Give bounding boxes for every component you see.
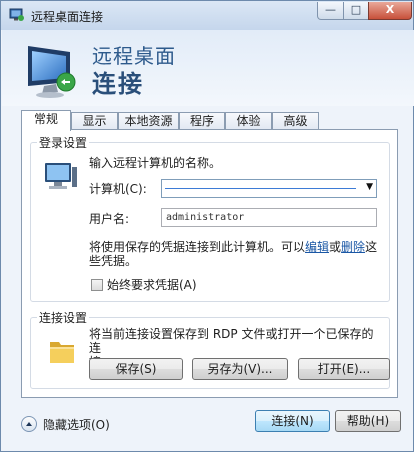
save-button[interactable]: 保存(S) [89,358,183,380]
maximize-button[interactable]: □ [343,2,369,20]
username-label: 用户名: [89,212,130,226]
tab-local-resources[interactable]: 本地资源 [118,112,179,130]
computer-value-highlight [165,188,356,189]
computer-icon [45,163,77,189]
saved-credentials-note: 将使用保存的凭据连接到此计算机。可以编辑或删除这些凭据。 [89,240,379,268]
tab-display[interactable]: 显示 [71,112,118,130]
open-button[interactable]: 打开(E)... [298,358,390,380]
connect-button[interactable]: 连接(N) [255,410,330,432]
login-settings-legend: 登录设置 [37,134,90,151]
minimize-button[interactable]: — [317,2,344,20]
tab-general[interactable]: 常规 [21,110,71,131]
or-text: 或 [329,240,342,254]
header-title-line2: 连接 [92,70,144,98]
title-bar[interactable]: 远程桌面连接 — □ X [1,1,413,30]
header-banner: 远程桌面 连接 [2,30,414,106]
tab-advanced[interactable]: 高级 [272,112,319,130]
hide-options-toggle[interactable] [21,416,37,432]
computer-name-instruction: 输入远程计算机的名称。 [89,156,222,170]
saved-credentials-text: 将使用保存的凭据连接到此计算机。可以 [89,240,306,254]
delete-credentials-link[interactable]: 删除 [341,240,365,254]
dropdown-arrow-icon[interactable]: ▼ [366,182,373,192]
tab-experience[interactable]: 体验 [225,112,272,130]
always-ask-credentials-label[interactable]: 始终要求凭据(A) [107,278,197,292]
always-ask-credentials-checkbox[interactable] [91,279,103,291]
help-button[interactable]: 帮助(H) [335,410,401,432]
connection-settings-legend: 连接设置 [37,309,90,326]
login-settings-group: 登录设置 输入远程计算机的名称。 计算机(C): ▼ 用户名: administ… [30,134,390,302]
close-button[interactable]: X [368,2,412,20]
connection-description-line1: 将当前连接设置保存到 RDP 文件或打开一个已保存的连 [89,327,374,355]
folder-icon [50,342,74,363]
connection-settings-group: 连接设置 将当前连接设置保存到 RDP 文件或打开一个已保存的连接。 保存(S)… [30,309,390,389]
edit-credentials-link[interactable]: 编辑 [305,240,329,254]
username-field[interactable]: administrator [161,208,377,227]
monitor-connect-icon [28,46,76,98]
tab-programs[interactable]: 程序 [179,112,225,130]
window-title: 远程桌面连接 [31,10,104,24]
saved-credentials-line2: 些凭据。 [89,254,138,268]
computer-combobox[interactable]: ▼ [161,179,377,198]
save-as-button[interactable]: 另存为(V)... [192,358,288,380]
remote-desktop-app-icon [9,8,24,21]
chevron-up-icon [26,422,32,426]
computer-label: 计算机(C): [89,182,147,196]
general-tab-panel: 登录设置 输入远程计算机的名称。 计算机(C): ▼ 用户名: administ… [21,129,398,398]
remote-desktop-window: 远程桌面连接 — □ X 远程桌面 连接 常规 显示 本地资源 程序 体验 高级… [0,0,414,452]
saved-credentials-suffix: 这 [365,240,378,254]
hide-options-label[interactable]: 隐藏选项(O) [43,418,110,432]
